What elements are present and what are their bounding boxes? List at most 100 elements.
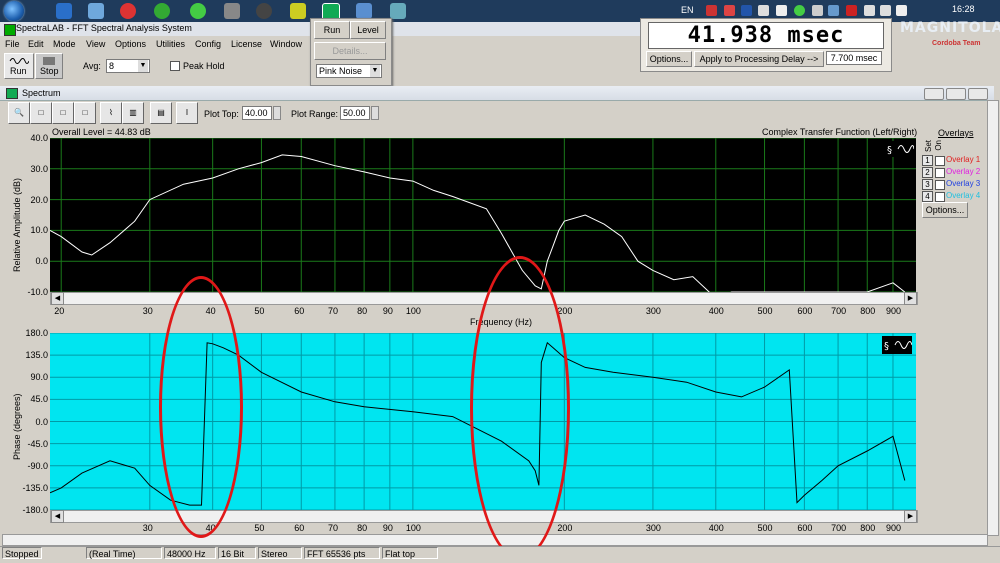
level-button[interactable]: Level (350, 21, 386, 39)
tray-app-icon[interactable] (724, 5, 735, 16)
flag-icon[interactable] (706, 5, 717, 16)
overlay-checkbox[interactable] (935, 192, 945, 202)
y-tick-label: -90.0 (27, 460, 48, 471)
tray-b-icon[interactable] (741, 5, 752, 16)
x-tick-label: 100 (405, 523, 421, 533)
plot-top-spinner[interactable] (273, 106, 281, 120)
window-vscrollbar[interactable] (987, 100, 999, 536)
annotation-ellipse (470, 256, 570, 560)
tray-icon[interactable] (776, 5, 787, 16)
table-icon[interactable]: ▤ (150, 102, 172, 124)
y-tick-label: 180.0 (25, 328, 48, 338)
sine-wave-icon[interactable]: § (886, 141, 915, 157)
app-icon[interactable] (224, 3, 240, 19)
menu-config[interactable]: Config (195, 39, 221, 49)
peak-hold-label: Peak Hold (183, 61, 225, 71)
media-icon[interactable] (256, 3, 272, 19)
function-label: Complex Transfer Function (Left/Right) (762, 127, 918, 137)
menu-license[interactable]: License (231, 39, 262, 49)
delay-value-field[interactable]: 7.700 msec (826, 51, 882, 65)
avg-select[interactable]: 8 ▼ (106, 59, 150, 73)
scroll-left-icon[interactable]: ◀ (51, 510, 64, 523)
overlay-set-button[interactable]: 4 (922, 191, 933, 202)
scroll-left-icon[interactable]: ◀ (51, 292, 64, 305)
zoom-out-icon[interactable]: □ (52, 102, 74, 124)
window-icon[interactable] (356, 3, 372, 19)
menu-window[interactable]: Window (270, 39, 302, 49)
save-app-icon[interactable] (56, 3, 72, 19)
opera-icon[interactable] (120, 3, 136, 19)
minimize-icon[interactable] (924, 88, 944, 100)
cursor-icon[interactable]: I (176, 102, 198, 124)
tray-icon[interactable] (864, 5, 875, 16)
language-indicator[interactable]: EN (681, 5, 694, 15)
line-plot-icon[interactable]: ⌇ (100, 102, 122, 124)
x-tick-label: 700 (831, 306, 847, 316)
menu-edit[interactable]: Edit (28, 39, 44, 49)
overlay-options-button[interactable]: Options... (922, 202, 968, 218)
scroll-right-icon[interactable]: ▶ (904, 510, 917, 523)
run-panel-run-button[interactable]: Run (314, 21, 350, 39)
svg-text:§: § (884, 341, 889, 352)
menu-mode[interactable]: Mode (53, 39, 76, 49)
x-tick-label: 30 (142, 306, 153, 316)
overlay-on-label: On (934, 140, 943, 151)
bar-plot-icon[interactable]: ▥ (122, 102, 144, 124)
overlay-set-button[interactable]: 2 (922, 167, 933, 178)
overlay-set-label: Set (924, 140, 933, 153)
avg-label: Avg: (83, 61, 101, 71)
amplitude-plot[interactable] (50, 138, 916, 292)
sine-wave-icon[interactable]: § (882, 336, 913, 354)
overlay-set-button[interactable]: 1 (922, 155, 933, 166)
menu-file[interactable]: File (5, 39, 20, 49)
tray-icon[interactable] (828, 5, 839, 16)
chevron-down-icon: ▼ (138, 60, 148, 72)
explorer-icon[interactable] (88, 3, 104, 19)
scroll-right-icon[interactable]: ▶ (904, 292, 917, 305)
delay-options-button[interactable]: Options... (646, 51, 692, 67)
brand-watermark: MAGNITOLA (900, 20, 1000, 36)
maximize-icon[interactable] (946, 88, 966, 100)
details-button[interactable]: Details... (314, 42, 386, 60)
plot-range-input[interactable]: 50.00 (340, 106, 370, 120)
tool-icon[interactable] (290, 3, 306, 19)
start-button-icon[interactable] (4, 1, 24, 21)
zoom-in-icon[interactable]: □ (30, 102, 52, 124)
status-state: Stopped (2, 547, 42, 559)
menu-utilities[interactable]: Utilities (156, 39, 185, 49)
avg-value: 8 (109, 61, 115, 71)
tray-ati-icon[interactable] (846, 5, 857, 16)
overlay-checkbox[interactable] (935, 168, 945, 178)
volume-icon[interactable] (896, 5, 907, 16)
apply-delay-button[interactable]: Apply to Processing Delay --> (694, 51, 824, 67)
stop-label: Stop (40, 66, 59, 76)
browser-icon[interactable] (154, 3, 170, 19)
close-icon[interactable] (968, 88, 988, 100)
phase-y-label: Phase (degrees) (12, 393, 22, 460)
clock[interactable]: 16:28 (952, 4, 975, 14)
zoom-full-icon[interactable]: □ (74, 102, 96, 124)
stop-button[interactable]: Stop (35, 53, 63, 79)
overlay-checkbox[interactable] (935, 180, 945, 190)
computer-icon[interactable] (390, 3, 406, 19)
menu-view[interactable]: View (86, 39, 105, 49)
run-button[interactable]: Run (4, 53, 34, 79)
signal-select[interactable]: Pink Noise ▼ (316, 64, 382, 78)
tray-icon[interactable] (812, 5, 823, 16)
menu-options[interactable]: Options (115, 39, 146, 49)
x-tick-label: 70 (327, 306, 338, 316)
overlay-checkbox[interactable] (935, 156, 945, 166)
tray-green-icon[interactable] (794, 5, 805, 16)
zoom-icon[interactable]: 🔍 (8, 102, 30, 124)
stop-icon (43, 57, 55, 65)
status-fft-size: FFT 65536 pts (304, 547, 380, 559)
tray-scissors-icon[interactable] (758, 5, 769, 16)
utorrent-icon[interactable] (190, 3, 206, 19)
plot-top-input[interactable]: 40.00 (242, 106, 272, 120)
signal-value: Pink Noise (319, 66, 363, 76)
peak-hold-checkbox[interactable] (170, 61, 180, 71)
network-icon[interactable] (880, 5, 891, 16)
plot-range-spinner[interactable] (371, 106, 379, 120)
x-tick-label: 900 (885, 306, 901, 316)
overlay-set-button[interactable]: 3 (922, 179, 933, 190)
